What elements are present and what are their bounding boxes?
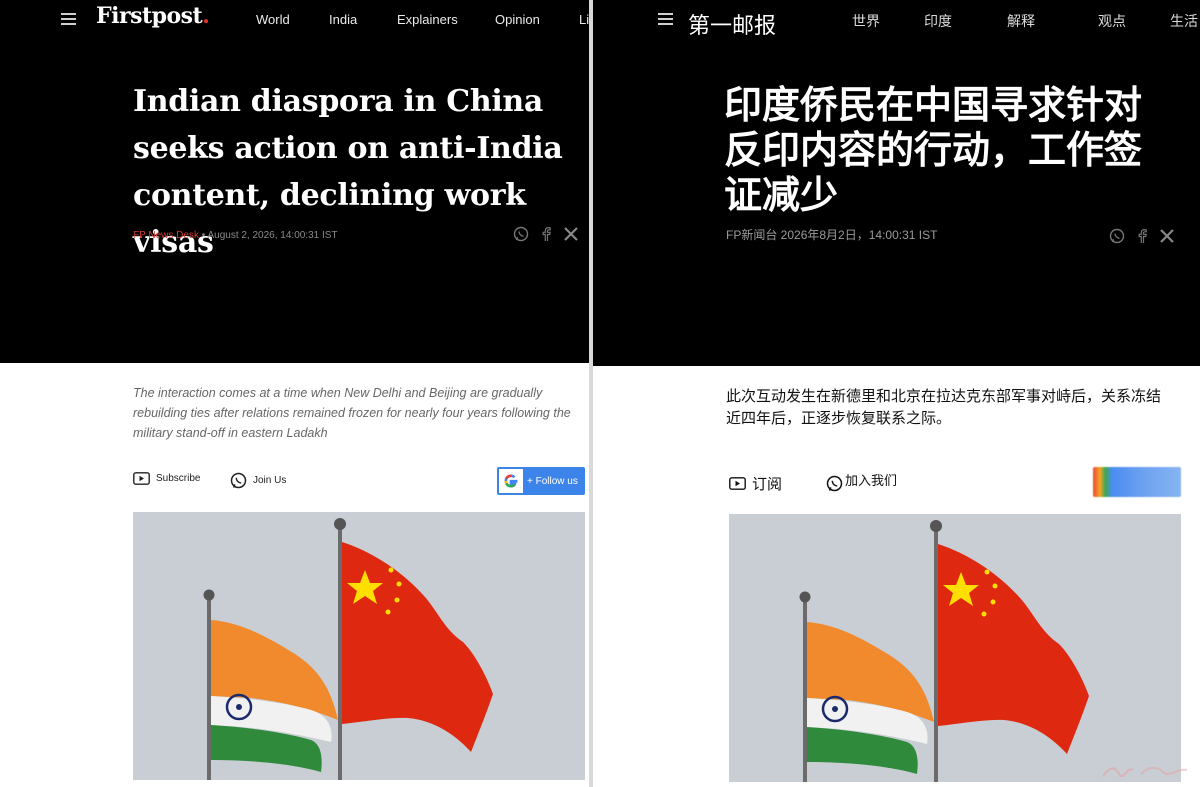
nav-item-india[interactable]: 印度 — [924, 11, 952, 31]
share-icons — [513, 226, 579, 242]
nav-item-india[interactable]: India — [329, 12, 357, 27]
publish-date: 2026年8月2日，14:00:31 IST — [777, 228, 938, 242]
hamburger-menu-icon[interactable] — [658, 13, 673, 25]
x-icon[interactable] — [1159, 228, 1175, 244]
india-china-flags-image — [133, 512, 585, 780]
nav-item-explainers[interactable]: Explainers — [397, 12, 458, 27]
whatsapp-icon — [826, 475, 843, 492]
follow-us-label: + Follow us — [527, 475, 578, 487]
google-follow-button[interactable] — [1093, 467, 1181, 497]
site-logo[interactable]: Firstpost. — [96, 3, 210, 29]
article-photo — [133, 512, 585, 780]
nav-item-world[interactable]: 世界 — [852, 11, 880, 31]
whatsapp-icon[interactable] — [513, 226, 529, 242]
hamburger-menu-icon[interactable] — [61, 13, 76, 25]
facebook-icon[interactable] — [1135, 228, 1149, 244]
article-byline: FP News Desk • August 2, 2026, 14:00:31 … — [133, 230, 338, 241]
article-summary: 此次互动发生在新德里和北京在拉达克东部军事对峙后，关系冻结近四年后，正逐步恢复联… — [726, 387, 1162, 427]
subscribe-label: Subscribe — [156, 473, 201, 484]
google-follow-button[interactable]: + Follow us — [497, 467, 585, 495]
subscribe-button[interactable]: 订阅 — [729, 473, 782, 494]
share-icons — [1109, 228, 1175, 244]
youtube-play-icon — [133, 472, 150, 485]
nav-item-lifestyle[interactable]: Li — [579, 12, 589, 27]
nav-item-lifestyle[interactable]: 生活 — [1170, 11, 1198, 31]
nav-item-opinion[interactable]: 观点 — [1098, 11, 1126, 31]
article-photo — [729, 514, 1181, 782]
author-link[interactable]: FP新闻台 — [726, 228, 777, 242]
author-link[interactable]: FP News Desk — [133, 230, 199, 241]
top-navbar: 第一邮报 世界 印度 解释 观点 生活 — [593, 0, 1200, 40]
whatsapp-icon — [230, 472, 247, 489]
article-header: Firstpost. World India Explainers Opinio… — [0, 0, 589, 363]
site-logo-dot: . — [202, 3, 210, 29]
site-logo[interactable]: 第一邮报 — [688, 8, 776, 40]
join-us-button[interactable]: Join Us — [230, 472, 286, 489]
article-byline: FP新闻台 2026年8月2日，14:00:31 IST — [726, 226, 937, 243]
whatsapp-icon[interactable] — [1109, 228, 1125, 244]
article-headline: 印度侨民在中国寻求针对反印内容的行动，工作签证减少 — [724, 83, 1143, 217]
facebook-icon[interactable] — [539, 226, 553, 242]
youtube-play-icon — [729, 477, 746, 490]
corner-watermark — [1102, 766, 1188, 778]
article-summary: The interaction comes at a time when New… — [133, 386, 571, 440]
join-us-label: Join Us — [253, 475, 287, 486]
nav-item-explainers[interactable]: 解释 — [1007, 11, 1035, 31]
nav-item-opinion[interactable]: Opinion — [495, 12, 540, 27]
join-us-button[interactable]: 加入我们 — [826, 467, 897, 492]
article-header: 第一邮报 世界 印度 解释 观点 生活 印度侨民在中国寻求针对反印内容的行动，工… — [593, 0, 1200, 366]
nav-item-world[interactable]: World — [256, 12, 290, 27]
subscribe-button[interactable]: Subscribe — [133, 472, 200, 485]
india-china-flags-image — [729, 514, 1181, 782]
subscribe-label: 订阅 — [752, 476, 783, 493]
publish-date: • August 2, 2026, 14:00:31 IST — [198, 230, 338, 241]
top-navbar: Firstpost. World India Explainers Opinio… — [0, 0, 589, 40]
site-logo-text: Firstpost — [96, 3, 203, 29]
english-article-panel: Firstpost. World India Explainers Opinio… — [0, 0, 589, 787]
google-g-icon — [499, 469, 523, 493]
join-us-label: 加入我们 — [845, 473, 898, 488]
x-icon[interactable] — [563, 226, 579, 242]
chinese-article-panel: 第一邮报 世界 印度 解释 观点 生活 印度侨民在中国寻求针对反印内容的行动，工… — [593, 0, 1200, 787]
